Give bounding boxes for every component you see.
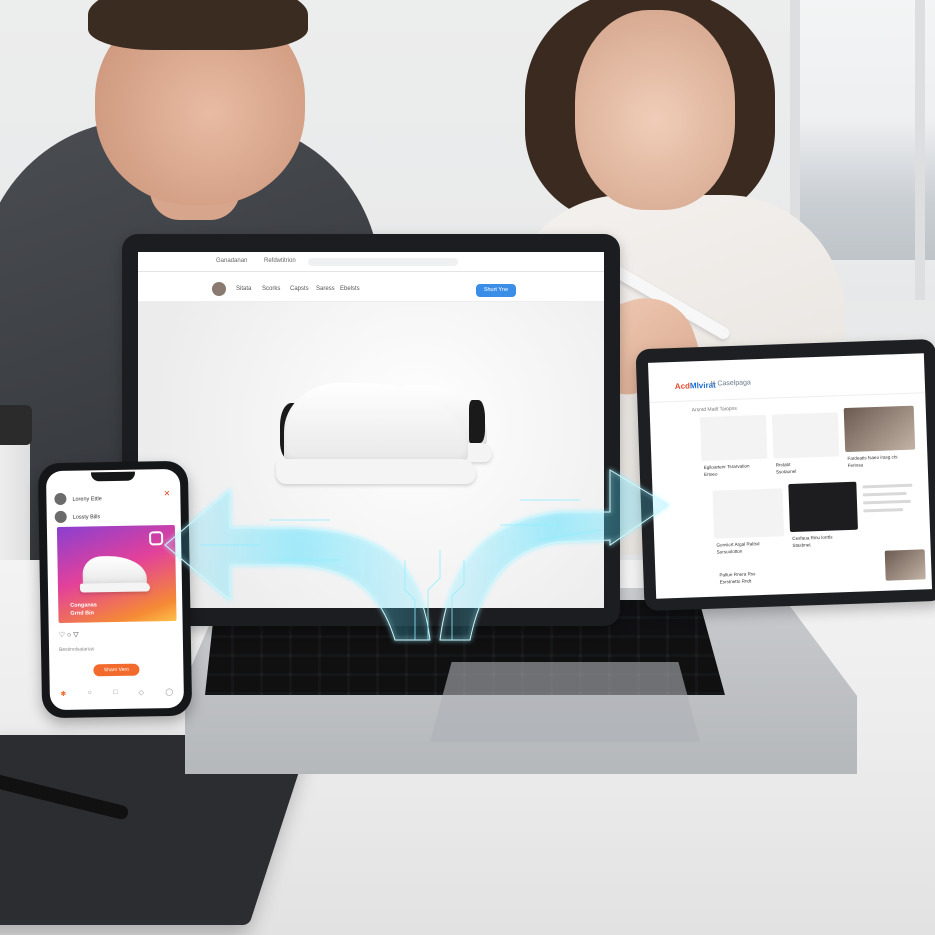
product-title: Egiloartenr Tsrarvation [703, 463, 750, 471]
close-icon[interactable]: ✕ [164, 489, 171, 498]
avatar[interactable] [54, 492, 67, 506]
product-card[interactable] [843, 405, 916, 453]
post-actions[interactable]: ♡ ○ ▽ [59, 631, 79, 639]
product-title: Rrstabt [775, 461, 791, 468]
product-title: Gonsicrt Argal Raltsd [716, 541, 760, 548]
product-subtitle: Ssotaonel [775, 468, 797, 475]
woman-head [575, 10, 735, 210]
account-name: Loreny Ettle [72, 496, 102, 503]
product-card[interactable] [712, 488, 785, 539]
site-navbar: Sitata Scorks Capsts Saress Ebelsts Shur… [138, 272, 604, 302]
product-title: Esrstnetto Rndt [719, 578, 752, 585]
marketplace-logo[interactable]: AcdMlvirat [675, 381, 716, 391]
account-name: Lossty Bills [72, 514, 101, 521]
laptop-screen: Ganadanan Refdwtitrion Sitata Scorks Cap… [138, 252, 604, 608]
hero-banner [138, 302, 604, 608]
window-frame [915, 0, 925, 300]
text-placeholder [862, 483, 913, 489]
product-card[interactable] [884, 549, 926, 581]
tablet-screen: AcdMlvirat K Caselpaga Arsntd Matlt Taio… [648, 353, 933, 599]
sneaker-image [276, 372, 476, 484]
smartphone-device: Loreny Ettle ✕ Lossty Bills Conganas Grn… [37, 460, 193, 719]
phone-screen: Loreny Ettle ✕ Lossty Bills Conganas Grn… [45, 468, 185, 711]
product-title: Fardeatis fsaeo irasg cts [847, 454, 898, 461]
product-card[interactable] [771, 412, 840, 459]
address-bar[interactable] [308, 258, 458, 266]
search-icon[interactable]: ○ [88, 689, 92, 701]
text-placeholder [862, 499, 912, 505]
text-placeholder [863, 508, 904, 513]
avatar[interactable] [54, 510, 67, 524]
filter-bar[interactable]: Arsntd Matlt Taiopns [692, 406, 737, 414]
product-subtitle: Ferinsa [847, 462, 864, 468]
browser-tab-label[interactable]: Refdwtitrion [264, 258, 296, 264]
man-hair [88, 0, 308, 50]
post-caption: Grnd Bin [70, 610, 94, 617]
photo-scene: Ganadanan Refdwtitrion Sitata Scorks Cap… [0, 0, 935, 935]
avatar[interactable] [212, 282, 226, 296]
profile-icon[interactable]: ◯ [165, 688, 173, 700]
add-icon[interactable]: □ [113, 689, 117, 701]
site-brand[interactable]: Sitata [236, 286, 251, 292]
nav-item[interactable]: Capsts [290, 286, 309, 292]
post-description: Bestinolsatarias [58, 646, 95, 653]
home-icon[interactable]: ✱ [60, 690, 66, 702]
sneaker-image [79, 551, 151, 593]
nav-item[interactable]: Scorks [262, 286, 280, 292]
product-subtitle: Sorsuolotton [716, 548, 743, 555]
product-card[interactable] [788, 481, 858, 533]
coffee-cup-lid [0, 405, 32, 445]
shop-button[interactable]: Sharo Vero [93, 663, 140, 677]
nav-item[interactable]: Saress [316, 286, 335, 292]
text-placeholder [862, 491, 907, 497]
product-title: Cesfaua Rinu lorrtls [792, 534, 833, 541]
tablet-device: AcdMlvirat K Caselpaga Arsntd Matlt Taio… [635, 338, 935, 612]
nav-item[interactable]: Ebelsts [340, 286, 360, 292]
social-post-image[interactable]: Conganas Grnd Bin [56, 524, 177, 623]
browser-toolbar: Ganadanan Refdwtitrion [138, 252, 604, 272]
product-card[interactable] [699, 414, 768, 462]
post-caption: Conganas [70, 602, 97, 609]
phone-notch [90, 471, 136, 482]
marketplace-header: AcdMlvirat K Caselpaga [648, 353, 926, 403]
product-subtitle: Ertoeo [703, 471, 718, 478]
browser-tab-label[interactable]: Ganadanan [216, 258, 247, 264]
product-subtitle: Stasbnet [792, 542, 811, 548]
shop-icon[interactable]: ◇ [139, 689, 145, 701]
shop-now-button[interactable]: Shurt Yne [476, 284, 516, 297]
laptop-trackpad[interactable] [430, 662, 700, 742]
product-title: Paltue Rnera Rss [719, 571, 756, 578]
marketplace-subtitle: K Caselpaga [710, 379, 751, 388]
instagram-icon [148, 531, 164, 546]
phone-tab-bar: ✱ ○ □ ◇ ◯ [50, 688, 184, 702]
laptop-lid: Ganadanan Refdwtitrion Sitata Scorks Cap… [122, 234, 620, 626]
